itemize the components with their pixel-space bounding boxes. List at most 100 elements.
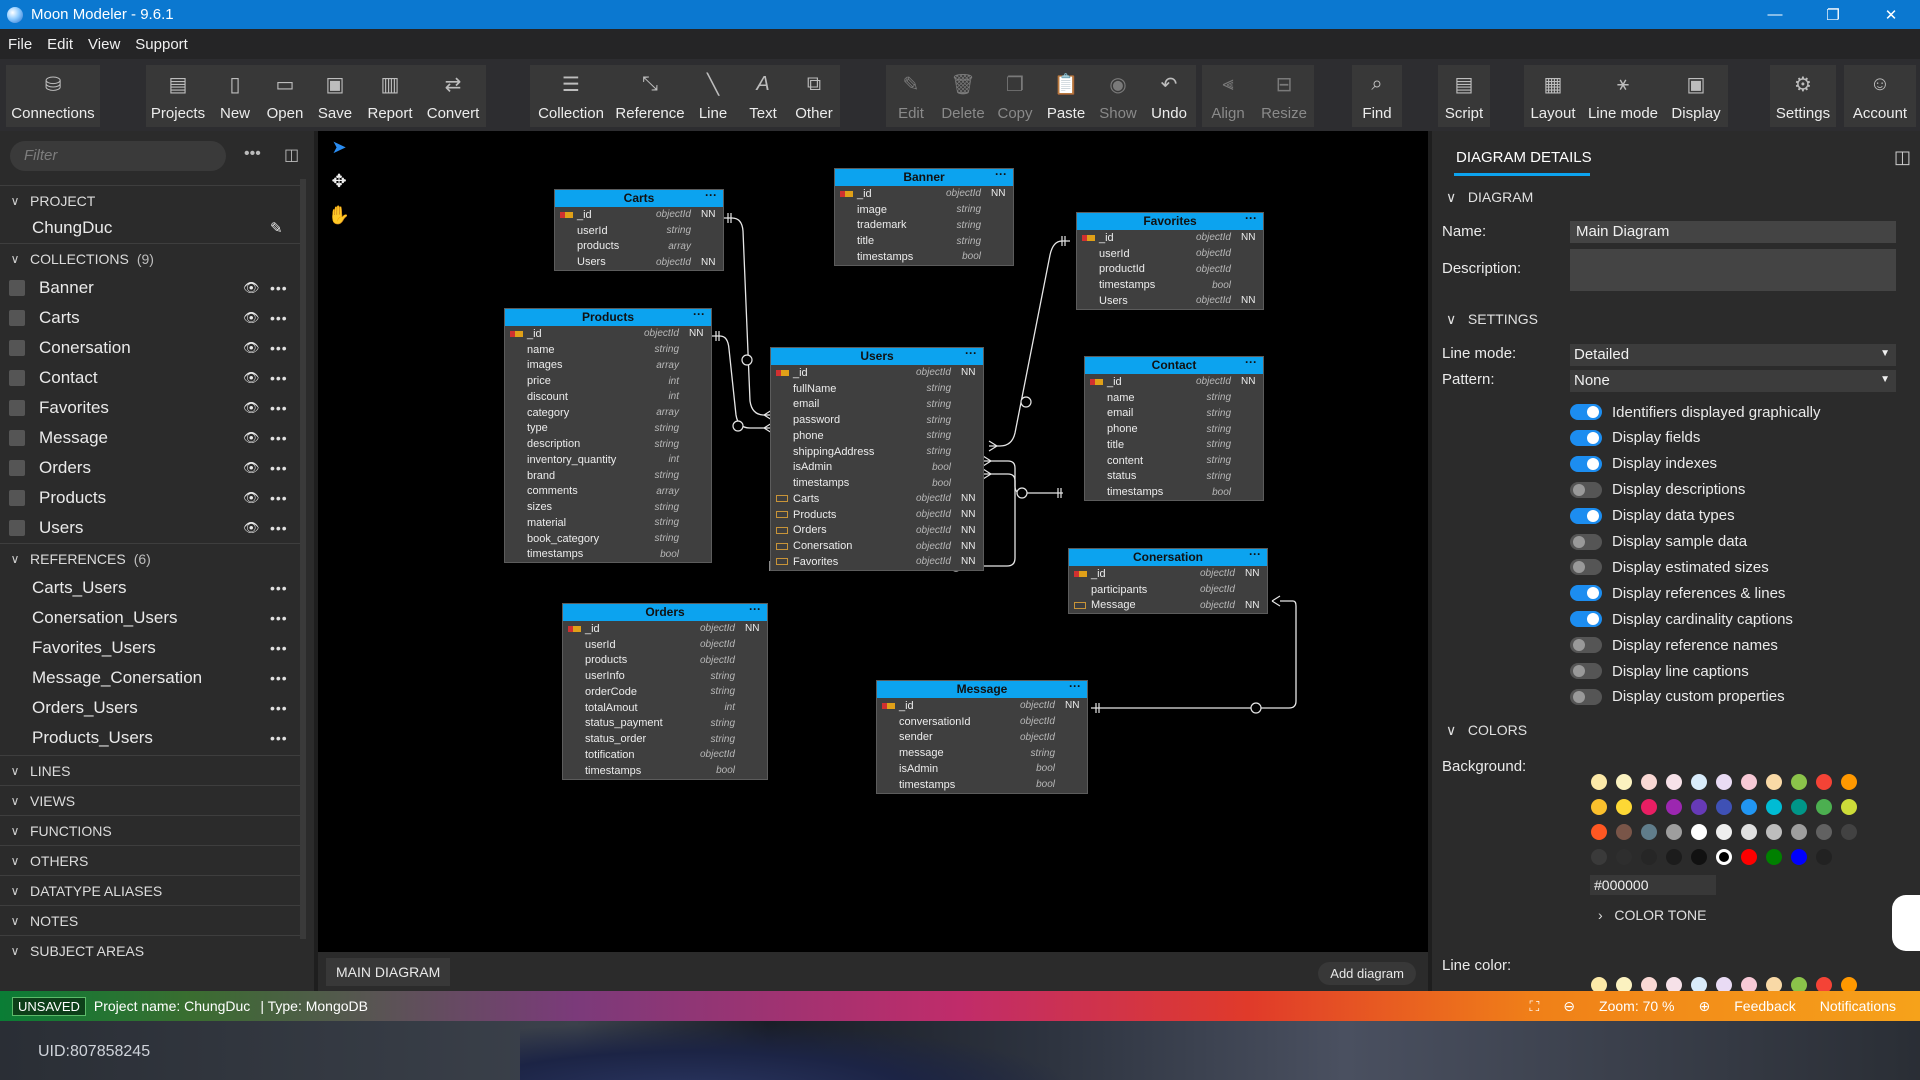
- field-row[interactable]: sender objectId: [877, 730, 1087, 746]
- color-swatch[interactable]: [1716, 824, 1732, 840]
- field-row[interactable]: totalAmout int: [563, 700, 767, 716]
- field-row[interactable]: Products objectId NN: [771, 507, 983, 523]
- toggle-row[interactable]: Identifiers displayed graphically: [1570, 401, 1820, 423]
- field-row[interactable]: image string: [835, 202, 1013, 218]
- field-row[interactable]: fullName string: [771, 381, 983, 397]
- pencil-icon[interactable]: ✎: [270, 219, 283, 237]
- background-hex-input[interactable]: #000000: [1590, 875, 1716, 895]
- field-row[interactable]: images array: [505, 358, 711, 374]
- close-button[interactable]: ✕: [1862, 0, 1920, 29]
- field-row[interactable]: userId objectId: [1077, 246, 1263, 262]
- zoom-in-icon[interactable]: ⊕: [1699, 998, 1711, 1015]
- entity-header[interactable]: Carts ···: [555, 188, 723, 207]
- entity-favorites[interactable]: Favorites ··· _id objectId NN userId objectId p…: [1076, 210, 1264, 310]
- references-section[interactable]: ∨ REFERENCES (6): [0, 543, 300, 573]
- color-swatch[interactable]: [1741, 849, 1757, 865]
- collection-item[interactable]: Favorites 👁 •••: [0, 393, 300, 423]
- toggle-switch[interactable]: [1570, 507, 1602, 524]
- chat-icon[interactable]: [1892, 895, 1920, 951]
- eye-icon[interactable]: 👁: [243, 370, 260, 386]
- toggle-switch[interactable]: [1570, 688, 1602, 705]
- left-scrollbar[interactable]: [300, 179, 306, 939]
- panel-toggle-icon[interactable]: ◫: [284, 145, 299, 165]
- pattern-select[interactable]: None ▼: [1570, 370, 1896, 392]
- toggle-switch[interactable]: [1570, 585, 1602, 602]
- entity-menu-icon[interactable]: ···: [965, 345, 977, 362]
- color-swatch[interactable]: [1741, 824, 1757, 840]
- more-icon[interactable]: •••: [270, 640, 288, 656]
- color-swatch[interactable]: [1616, 799, 1632, 815]
- entity-menu-icon[interactable]: ···: [749, 601, 761, 618]
- checkbox[interactable]: [9, 490, 25, 506]
- toggle-row[interactable]: Display reference names: [1570, 634, 1778, 656]
- color-swatch[interactable]: [1641, 849, 1657, 865]
- toggle-switch[interactable]: [1570, 611, 1602, 628]
- show-button[interactable]: ◉ Show: [1092, 65, 1144, 127]
- panel-toggle-icon[interactable]: ◫: [1894, 147, 1911, 168]
- color-swatch[interactable]: [1591, 849, 1607, 865]
- open-button[interactable]: ▭ Open: [260, 65, 310, 127]
- field-row[interactable]: timestamps bool: [771, 475, 983, 491]
- checkbox[interactable]: [9, 460, 25, 476]
- section-lines[interactable]: ∨ LINES: [0, 755, 300, 785]
- field-row[interactable]: timestamps bool: [1077, 277, 1263, 293]
- more-icon[interactable]: •••: [270, 430, 288, 446]
- menu-view[interactable]: View: [88, 36, 120, 53]
- edit-button[interactable]: ✎ Edit: [886, 65, 936, 127]
- more-icon[interactable]: •••: [270, 610, 288, 626]
- more-icon[interactable]: •••: [270, 340, 288, 356]
- field-row[interactable]: _id objectId NN: [555, 207, 723, 223]
- resize-button[interactable]: ⊟ Resize: [1254, 65, 1314, 127]
- color-swatch[interactable]: [1766, 799, 1782, 815]
- reference-item[interactable]: Favorites_Users •••: [0, 633, 300, 663]
- connections-button[interactable]: ⛁ Connections: [6, 65, 100, 127]
- text-button[interactable]: A Text: [738, 65, 788, 127]
- field-row[interactable]: sizes string: [505, 499, 711, 515]
- projects-button[interactable]: ▤ Projects: [146, 65, 210, 127]
- feedback-link[interactable]: Feedback: [1734, 998, 1795, 1014]
- field-row[interactable]: userInfo string: [563, 668, 767, 684]
- field-row[interactable]: email string: [1085, 406, 1263, 422]
- color-swatch[interactable]: [1791, 799, 1807, 815]
- color-swatch[interactable]: [1791, 824, 1807, 840]
- line-mode-button[interactable]: ⚹ Line mode: [1582, 65, 1664, 127]
- field-row[interactable]: timestamps bool: [835, 249, 1013, 265]
- color-swatch[interactable]: [1616, 849, 1632, 865]
- field-row[interactable]: name string: [505, 342, 711, 358]
- minimize-button[interactable]: —: [1746, 0, 1804, 29]
- entity-conersation[interactable]: Conersation ··· _id objectId NN participants o…: [1068, 547, 1268, 615]
- field-row[interactable]: material string: [505, 515, 711, 531]
- eye-icon[interactable]: 👁: [243, 430, 260, 446]
- new-button[interactable]: ▯ New: [210, 65, 260, 127]
- toggle-switch[interactable]: [1570, 663, 1602, 679]
- field-row[interactable]: email string: [771, 397, 983, 413]
- report-button[interactable]: ▥ Report: [360, 65, 420, 127]
- field-row[interactable]: status_order string: [563, 731, 767, 747]
- entity-header[interactable]: Products ···: [505, 307, 711, 326]
- reference-item[interactable]: Message_Conersation •••: [0, 663, 300, 693]
- section-others[interactable]: ∨ OTHERS: [0, 845, 300, 875]
- toggle-row[interactable]: Display cardinality captions: [1570, 608, 1793, 630]
- notifications-link[interactable]: Notifications: [1820, 998, 1896, 1014]
- field-row[interactable]: content string: [1085, 453, 1263, 469]
- more-icon[interactable]: •••: [270, 730, 288, 746]
- checkbox[interactable]: [9, 430, 25, 446]
- entity-carts[interactable]: Carts ··· _id objectId NN userId string product…: [554, 188, 724, 271]
- field-row[interactable]: message string: [877, 745, 1087, 761]
- field-row[interactable]: shippingAddress string: [771, 444, 983, 460]
- collection-item[interactable]: Products 👁 •••: [0, 483, 300, 513]
- color-swatch[interactable]: [1766, 849, 1782, 865]
- field-row[interactable]: totification objectId: [563, 747, 767, 763]
- entity-menu-icon[interactable]: ···: [1245, 210, 1257, 227]
- toggle-row[interactable]: Display descriptions: [1570, 479, 1745, 501]
- add-diagram-button[interactable]: Add diagram: [1318, 962, 1416, 985]
- entity-message[interactable]: Message ··· _id objectId NN conversationId obj…: [876, 679, 1088, 794]
- toggle-switch[interactable]: [1570, 404, 1602, 420]
- fullscreen-icon[interactable]: ⛶: [1529, 998, 1539, 1015]
- copy-button[interactable]: ❐ Copy: [990, 65, 1040, 127]
- eye-icon[interactable]: 👁: [243, 520, 260, 536]
- description-input[interactable]: [1570, 249, 1896, 291]
- line-mode-select[interactable]: Detailed ▼: [1570, 344, 1896, 366]
- filter-input[interactable]: Filter: [10, 141, 226, 171]
- more-icon[interactable]: •••: [270, 460, 288, 476]
